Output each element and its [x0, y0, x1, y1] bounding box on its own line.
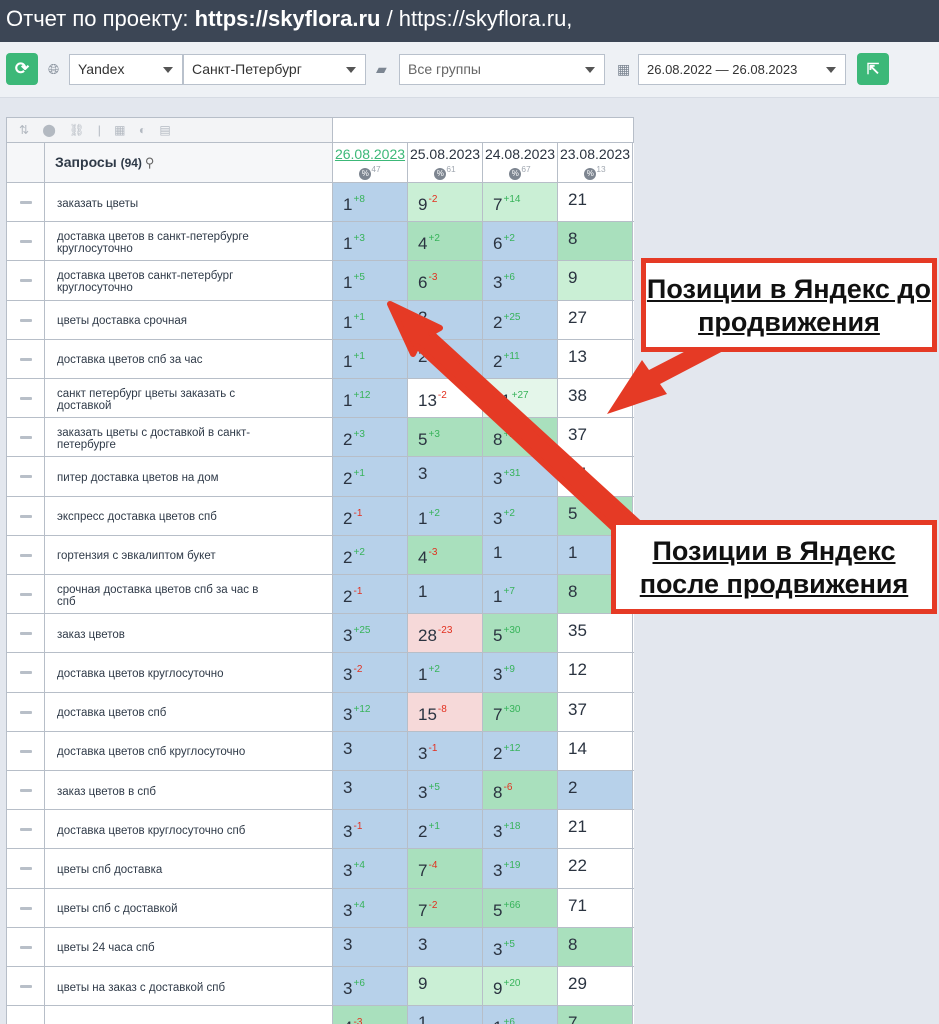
annotation-arrows — [387, 301, 748, 541]
arrow-after — [387, 301, 643, 541]
callout-before: Позиции в Яндекс до продвижения — [641, 258, 937, 352]
callout-after: Позиции в Яндекс после продвижения — [611, 520, 937, 614]
